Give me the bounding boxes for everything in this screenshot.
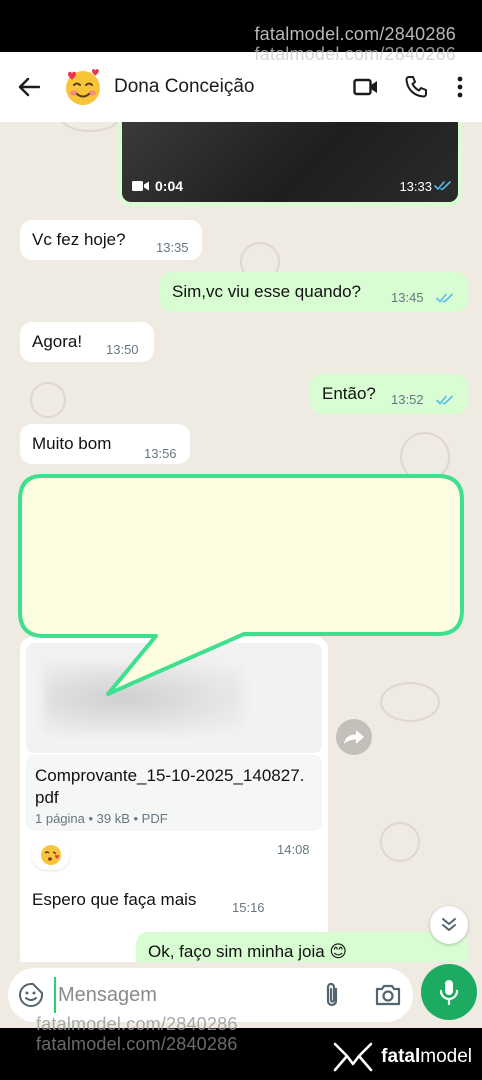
back-button[interactable]: [16, 74, 42, 100]
video-duration: 0:04: [132, 178, 183, 194]
read-ticks-icon: [436, 293, 453, 303]
document-filename: Comprovante_15-10-2025_140827.pdf: [35, 766, 305, 807]
video-camera-icon: [353, 78, 377, 96]
paperclip-icon[interactable]: [320, 981, 344, 1009]
watermark-bottom: fatalmodel.com/2840286: [36, 1014, 238, 1034]
read-ticks-icon: [434, 181, 451, 191]
message-bubble-outgoing[interactable]: Então? 13:52: [310, 374, 468, 414]
chevron-double-down-icon: [442, 918, 456, 931]
share-arrow-icon: [344, 730, 364, 744]
arrow-left-icon: [18, 77, 40, 97]
microphone-icon: [439, 980, 459, 1005]
brand-logo: fatalmodel: [333, 1042, 472, 1072]
watermark-bottom-echo: fatalmodel.com/2840286: [36, 1034, 238, 1054]
more-vertical-icon: [457, 76, 463, 98]
watermark-top-echo: fatalmodel.com/2840286: [254, 44, 456, 64]
document-timestamp: 14:08: [277, 842, 310, 857]
wallpaper-doodle: [380, 822, 420, 862]
document-meta: 1 página • 39 kB • PDF: [35, 811, 168, 826]
watermark-top: fatalmodel.com/2840286: [254, 24, 456, 44]
kiss-emoji-icon: [41, 845, 61, 865]
more-options-button[interactable]: [452, 73, 468, 101]
message-bubble-incoming[interactable]: Espero que faça mais 15:16: [20, 880, 278, 920]
read-ticks-icon: [436, 395, 453, 405]
forward-button[interactable]: [336, 719, 372, 755]
message-bubble-incoming[interactable]: Muito bom 13:56: [20, 424, 190, 464]
message-bubble-incoming[interactable]: Agora! 13:50: [20, 322, 154, 362]
wallpaper-doodle: [380, 682, 440, 722]
document-info[interactable]: Comprovante_15-10-2025_140827.pdf 1 pági…: [26, 755, 322, 831]
message-bubble-outgoing[interactable]: Sim,vc viu esse quando? 13:45: [160, 272, 468, 312]
video-timestamp: 13:33: [399, 179, 432, 194]
wallpaper-doodle: [60, 122, 120, 132]
video-message[interactable]: 0:04 13:33: [118, 122, 462, 206]
contact-name[interactable]: Dona Conceição: [114, 76, 352, 98]
wallpaper-doodle: [400, 432, 450, 482]
message-bubble-incoming[interactable]: Vc fez hoje? 13:35: [20, 220, 202, 260]
video-thumbnail[interactable]: 0:04 13:33: [122, 122, 458, 202]
message-input[interactable]: [54, 977, 284, 1013]
chat-area[interactable]: 0:04 13:33 Vc fez hoje? 13:35 Sim,vc viu…: [0, 122, 482, 968]
voice-record-button[interactable]: [421, 964, 477, 1020]
contact-avatar[interactable]: [62, 66, 104, 108]
message-reaction[interactable]: [32, 840, 70, 870]
camera-icon[interactable]: [374, 982, 402, 1008]
fatalmodel-logo-icon: [333, 1042, 373, 1072]
voice-call-button[interactable]: [402, 73, 430, 101]
video-icon: [132, 181, 149, 191]
video-call-button[interactable]: [352, 73, 380, 101]
phone-icon: [405, 76, 427, 98]
brand-name: fatalmodel: [381, 1046, 472, 1067]
sticker-icon[interactable]: [18, 982, 44, 1008]
document-preview[interactable]: [26, 643, 322, 753]
scroll-to-bottom-button[interactable]: [430, 906, 468, 944]
wallpaper-doodle: [30, 382, 66, 418]
